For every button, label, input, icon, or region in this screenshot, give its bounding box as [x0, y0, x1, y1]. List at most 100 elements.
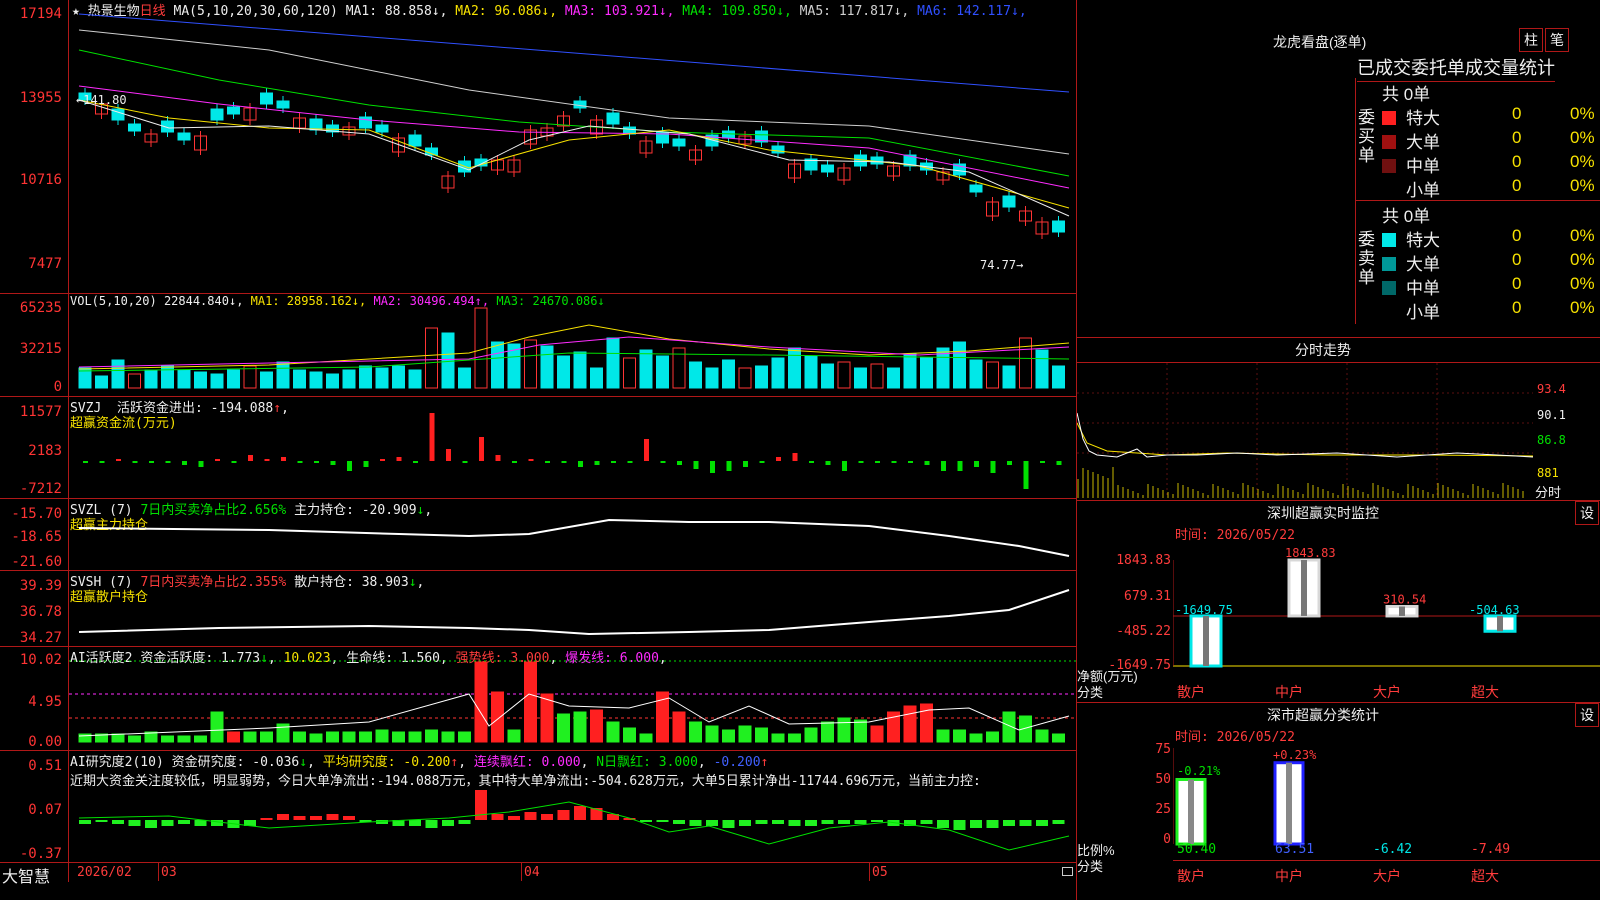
vol-ytick: 0: [53, 379, 62, 395]
ai-active-ytick: 0.00: [28, 734, 62, 750]
active-bar: [689, 721, 702, 743]
svzj-panel[interactable]: SVZJ 活跃资金进出: -194.088↑, 超赢资金流(万元) 11577 …: [0, 396, 1076, 499]
monitor-bar-label: -504.63: [1469, 603, 1520, 617]
active-bar: [408, 731, 422, 743]
research-bar: [953, 820, 966, 830]
classify-settings-button[interactable]: 设: [1575, 703, 1599, 727]
flow-bar: [198, 461, 204, 467]
volume-panel[interactable]: VOL(5,10,20) 22844.840↓, MA1: 28958.162↓…: [0, 293, 1076, 397]
classify-top-value: +0.23%: [1273, 748, 1317, 762]
buy-section: 委买单 共 0单 特大 0 0% 大单 0 0% 中单 0 0% 小单 0 0%: [1355, 78, 1600, 201]
volume-bar: [986, 361, 999, 389]
volume-bar: [557, 355, 570, 389]
flow-bar: [264, 459, 270, 461]
flow-bar: [842, 461, 847, 471]
price-candles: [78, 13, 1070, 239]
candle-body: [210, 108, 224, 121]
intraday-panel[interactable]: 分时走势 93.4 90.1 86.8 881 分时: [1077, 338, 1600, 501]
active-bar: [870, 725, 884, 743]
order-pct: 0%: [1570, 274, 1595, 293]
monitor-bar-label: 310.54: [1383, 593, 1426, 607]
classify-title: 深市超赢分类统计: [1267, 707, 1379, 723]
monitor-title: 深圳超赢实时监控: [1267, 505, 1379, 521]
ai-research-ytick: 0.07: [28, 802, 62, 818]
classify-value: -7.49: [1471, 842, 1511, 857]
sell-total: 共 0单: [1382, 207, 1431, 226]
order-row: 中单 0 0%: [1382, 274, 1595, 299]
research-bar: [161, 820, 174, 826]
classify-bars: [1173, 748, 1305, 846]
active-bar: [1035, 729, 1049, 743]
volume-bar: [111, 359, 125, 389]
buy-total: 共 0单: [1382, 85, 1431, 104]
vol-ytick: 65235: [19, 300, 62, 316]
intraday-chart: [1077, 363, 1534, 498]
brand-logo[interactable]: 大智慧: [2, 863, 50, 887]
active-bar: [821, 721, 834, 743]
order-name: 小单: [1406, 181, 1440, 200]
order-name: 中单: [1406, 157, 1440, 176]
volume-bar: [210, 373, 224, 389]
ai-research-panel[interactable]: AI研究度2(10) 资金研究度: -0.036↓, 平均研究度: -0.200…: [0, 750, 1076, 862]
research-bar: [425, 820, 438, 828]
svsh-panel[interactable]: SVSH (7) 7日内买卖净占比2.355% 散户持仓: 38.903↓, 超…: [0, 570, 1076, 647]
order-name: 中单: [1406, 279, 1440, 298]
x-tick: 2026/02: [77, 865, 132, 880]
flow-bar: [132, 461, 138, 463]
volume-bar: [870, 363, 884, 389]
monitor-panel[interactable]: 深圳超赢实时监控 设 时间: 2026/05/22 1843.83 679.31…: [1077, 500, 1600, 703]
research-bar: [128, 820, 141, 826]
price-panel[interactable]: ★ 热景生物日线 MA(5,10,20,30,60,120) MA1: 88.8…: [0, 0, 1076, 294]
price-ytick: 17194: [19, 6, 62, 22]
dragon-board[interactable]: 龙虎看盘(逐单) 柱 笔 已成交委托单成交量统计 委买单 共 0单 特大 0 0% 大…: [1077, 0, 1600, 338]
research-bar: [95, 820, 108, 822]
candle-body: [606, 112, 620, 125]
monitor-settings-button[interactable]: 设: [1575, 501, 1599, 525]
order-count: 0: [1512, 250, 1522, 269]
active-bar: [491, 691, 504, 743]
classify-time: 时间: 2026/05/22: [1175, 730, 1295, 745]
tick-mode-button[interactable]: 笔: [1545, 28, 1569, 52]
research-bar: [260, 818, 273, 820]
volume-bar: [95, 375, 108, 389]
volume-bar: [969, 359, 983, 389]
flow-bar: [891, 461, 897, 463]
research-bar: [920, 820, 933, 824]
flow-bar: [627, 461, 633, 463]
candle-body: [672, 138, 686, 147]
volume-bar: [837, 361, 851, 389]
volume-bar: [705, 367, 719, 389]
active-bar: [969, 733, 983, 743]
active-bar: [804, 727, 818, 743]
bar-mode-button[interactable]: 柱: [1519, 28, 1543, 52]
research-bar: [871, 820, 883, 822]
flow-bar: [314, 461, 319, 463]
candle-body: [276, 100, 290, 109]
monitor-cat: 散户: [1177, 684, 1205, 700]
classify-cat: 散户: [1177, 868, 1205, 884]
svsh-ytick: 39.39: [19, 578, 62, 594]
active-bar: [606, 721, 620, 743]
flow-bar: [347, 461, 352, 471]
volume-bar: [392, 365, 405, 389]
order-row: 中单 0 0%: [1382, 152, 1595, 177]
main-chart-area[interactable]: ★ 热景生物日线 MA(5,10,20,30,60,120) MA1: 88.8…: [0, 0, 1076, 900]
svzl-panel[interactable]: SVZL (7) 7日内买卖净占比2.656% 主力持仓: -20.909↓, …: [0, 498, 1076, 571]
order-row: 特大 0 0%: [1382, 226, 1595, 251]
candle-body: [969, 184, 983, 193]
volume-bar: [375, 367, 389, 389]
active-bar: [260, 731, 273, 743]
ai-active-panel[interactable]: AI活跃度2 资金活跃度: 1.773↓, 10.023, 生命线: 1.560…: [0, 646, 1076, 751]
lock-icon[interactable]: [1062, 867, 1073, 876]
flow-bar: [1040, 461, 1045, 463]
volume-bar: [227, 369, 240, 389]
flow-bar: [396, 457, 402, 461]
monitor-bar-shade: [1399, 606, 1405, 616]
volume-bar: [177, 369, 191, 389]
classify-panel[interactable]: 深市超赢分类统计 设 时间: 2026/05/22 75 50 25 0 -0.…: [1077, 702, 1600, 900]
flow-bar: [1023, 461, 1029, 489]
research-bar: [722, 820, 735, 828]
active-bar: [573, 711, 587, 743]
retail-line: [78, 589, 1070, 636]
research-bar: [706, 820, 718, 826]
